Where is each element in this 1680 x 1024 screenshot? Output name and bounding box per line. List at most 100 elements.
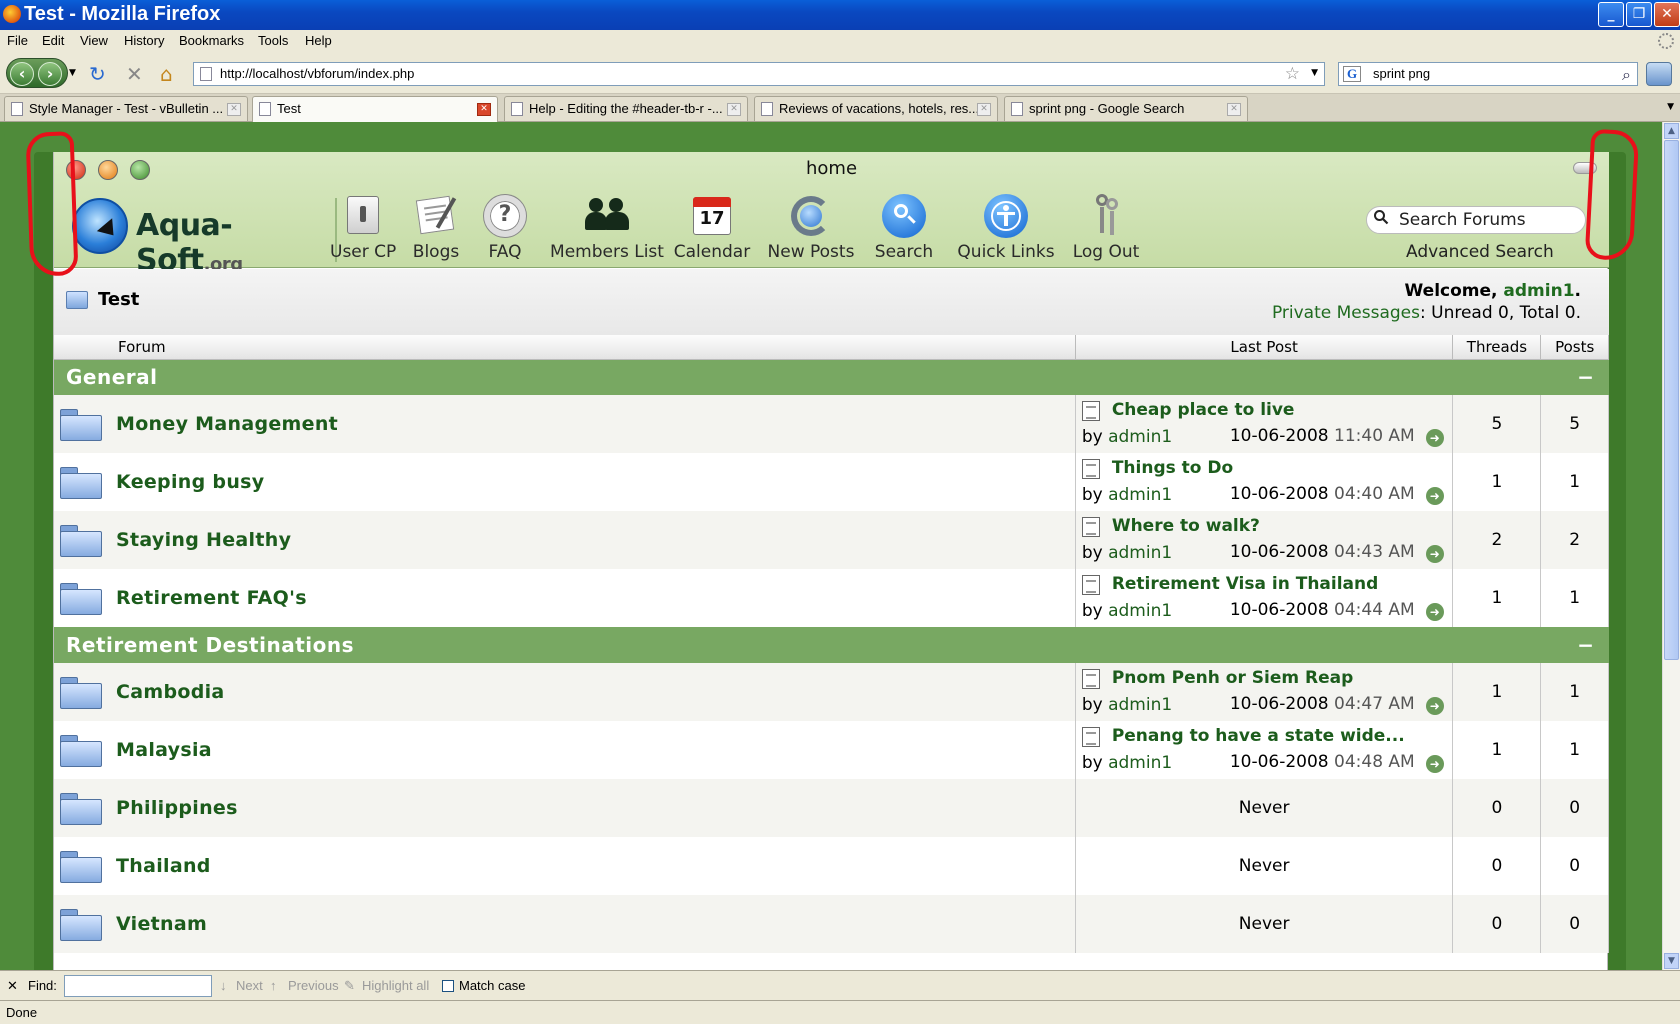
advanced-search-link[interactable]: Advanced Search bbox=[1406, 242, 1554, 262]
last-post-never: Never bbox=[1075, 779, 1454, 837]
search-bar[interactable]: G sprint png ⌕ bbox=[1338, 62, 1638, 86]
last-post-user[interactable]: admin1 bbox=[1108, 485, 1172, 505]
find-close-icon[interactable]: ✕ bbox=[7, 978, 18, 994]
url-dropdown-icon[interactable]: ▼ bbox=[1311, 68, 1318, 78]
forum-name-link[interactable]: Money Management bbox=[116, 413, 338, 435]
navigation-toolbar: ‹ › ▼ ↻ ✕ ⌂ http://localhost/vbforum/ind… bbox=[0, 54, 1680, 94]
nav-log-out[interactable]: Log Out bbox=[1070, 194, 1142, 264]
tab-close-icon[interactable]: ✕ bbox=[977, 103, 991, 116]
match-case-label[interactable]: Match case bbox=[459, 978, 525, 993]
search-go-icon[interactable]: ⌕ bbox=[1622, 65, 1631, 85]
tab-close-icon[interactable]: ✕ bbox=[727, 103, 741, 116]
last-post-user[interactable]: admin1 bbox=[1108, 753, 1172, 773]
forum-name-link[interactable]: Malaysia bbox=[116, 739, 212, 761]
forum-name-link[interactable]: Thailand bbox=[116, 855, 211, 877]
vertical-scrollbar[interactable]: ▲ ▼ bbox=[1662, 122, 1680, 970]
menu-file[interactable]: File bbox=[7, 33, 28, 48]
highlight-icon[interactable]: ✎ bbox=[344, 978, 355, 994]
menu-history[interactable]: History bbox=[124, 33, 164, 48]
go-to-last-post-icon[interactable]: ➜ bbox=[1425, 487, 1444, 505]
minimize-button[interactable]: _ bbox=[1598, 2, 1624, 27]
tab-sprint-png[interactable]: sprint png - Google Search ✕ bbox=[1004, 96, 1248, 121]
tab-reviews[interactable]: Reviews of vacations, hotels, res... ✕ bbox=[754, 96, 998, 121]
last-post-title[interactable]: Cheap place to live bbox=[1112, 400, 1295, 420]
home-icon[interactable]: ⌂ bbox=[160, 64, 173, 84]
scroll-down-icon[interactable]: ▼ bbox=[1664, 953, 1679, 969]
menu-help[interactable]: Help bbox=[305, 33, 332, 48]
category-title[interactable]: General bbox=[66, 365, 158, 389]
find-previous-icon[interactable]: ↑ bbox=[270, 978, 277, 993]
tab-close-icon[interactable]: ✕ bbox=[1227, 103, 1241, 116]
tab-close-icon[interactable]: ✕ bbox=[477, 103, 491, 116]
nav-blogs[interactable]: Blogs bbox=[410, 194, 462, 264]
go-to-last-post-icon[interactable]: ➜ bbox=[1425, 755, 1444, 773]
find-next-icon[interactable]: ↓ bbox=[220, 978, 227, 993]
forum-name-link[interactable]: Keeping busy bbox=[116, 471, 264, 493]
forum-name-link[interactable]: Staying Healthy bbox=[116, 529, 291, 551]
collapse-icon[interactable]: − bbox=[1577, 633, 1594, 657]
menu-bar: File Edit View History Bookmarks Tools H… bbox=[0, 30, 1680, 54]
tab-test[interactable]: Test ✕ bbox=[252, 96, 498, 122]
last-post-user[interactable]: admin1 bbox=[1108, 543, 1172, 563]
go-to-last-post-icon[interactable]: ➜ bbox=[1425, 603, 1444, 621]
last-post-title[interactable]: Penang to have a state wide... bbox=[1112, 726, 1405, 746]
nav-quick-links[interactable]: Quick Links bbox=[954, 194, 1058, 264]
go-to-last-post-icon[interactable]: ➜ bbox=[1425, 429, 1444, 447]
nav-faq[interactable]: ? FAQ bbox=[478, 194, 532, 264]
tab-help-editing[interactable]: Help - Editing the #header-tb-r -... ✕ bbox=[504, 96, 748, 121]
nav-calendar[interactable]: 17 Calendar bbox=[672, 194, 752, 264]
menu-view[interactable]: View bbox=[80, 33, 108, 48]
category-title[interactable]: Retirement Destinations bbox=[66, 633, 354, 657]
find-next-button[interactable]: Next bbox=[236, 978, 263, 993]
tab-page-icon bbox=[1011, 102, 1023, 116]
last-post-title[interactable]: Retirement Visa in Thailand bbox=[1112, 574, 1379, 594]
forum-name-link[interactable]: Cambodia bbox=[116, 681, 225, 703]
menu-bookmarks[interactable]: Bookmarks bbox=[179, 33, 244, 48]
match-case-checkbox[interactable] bbox=[442, 980, 454, 992]
stop-icon[interactable]: ✕ bbox=[126, 64, 143, 84]
tab-list-icon[interactable]: ▼ bbox=[1667, 102, 1674, 112]
search-query[interactable]: sprint png bbox=[1373, 66, 1430, 81]
nav-search[interactable]: Search bbox=[866, 194, 942, 264]
history-dropdown-icon[interactable]: ▼ bbox=[69, 68, 76, 78]
private-messages-link[interactable]: Private Messages bbox=[1272, 303, 1420, 323]
forum-name-link[interactable]: Vietnam bbox=[116, 913, 207, 935]
last-post-user[interactable]: admin1 bbox=[1108, 695, 1172, 715]
last-post-title[interactable]: Where to walk? bbox=[1112, 516, 1260, 536]
forum-name-link[interactable]: Philippines bbox=[116, 797, 238, 819]
tab-close-icon[interactable]: ✕ bbox=[227, 103, 241, 116]
nav-new-posts[interactable]: New Posts bbox=[766, 194, 856, 264]
find-input[interactable] bbox=[64, 975, 212, 997]
go-to-last-post-icon[interactable]: ➜ bbox=[1425, 697, 1444, 715]
scroll-up-icon[interactable]: ▲ bbox=[1664, 123, 1679, 139]
tab-style-manager[interactable]: Style Manager - Test - vBulletin ... ✕ bbox=[4, 96, 248, 121]
go-to-last-post-icon[interactable]: ➜ bbox=[1425, 545, 1444, 563]
back-button[interactable]: ‹ bbox=[10, 62, 34, 86]
bookmark-star-icon[interactable]: ☆ bbox=[1285, 64, 1300, 84]
scroll-thumb[interactable] bbox=[1664, 140, 1679, 660]
collapse-icon[interactable]: − bbox=[1577, 365, 1594, 389]
forward-button[interactable]: › bbox=[38, 62, 62, 86]
forum-name-link[interactable]: Retirement FAQ's bbox=[116, 587, 307, 609]
search-forums-input[interactable]: Search Forums bbox=[1366, 206, 1586, 234]
last-post-user[interactable]: admin1 bbox=[1108, 427, 1172, 447]
last-post-title[interactable]: Things to Do bbox=[1112, 458, 1233, 478]
menu-tools[interactable]: Tools bbox=[258, 33, 288, 48]
addon-icon[interactable] bbox=[1646, 62, 1672, 86]
nav-user-cp[interactable]: User CP bbox=[330, 194, 396, 264]
close-button[interactable]: ✕ bbox=[1654, 2, 1680, 27]
highlight-all-button[interactable]: Highlight all bbox=[362, 978, 429, 993]
google-engine-icon[interactable]: G bbox=[1343, 66, 1361, 82]
url-bar[interactable]: http://localhost/vbforum/index.php ☆ ▼ bbox=[193, 62, 1325, 86]
forum-home-icon bbox=[66, 291, 88, 309]
site-logo[interactable]: Aqua-Soft.org bbox=[72, 194, 332, 278]
last-post-user[interactable]: admin1 bbox=[1108, 601, 1172, 621]
username-link[interactable]: admin1 bbox=[1503, 281, 1574, 301]
menu-edit[interactable]: Edit bbox=[42, 33, 64, 48]
reload-icon[interactable]: ↻ bbox=[89, 64, 106, 84]
url-text[interactable]: http://localhost/vbforum/index.php bbox=[220, 66, 414, 81]
last-post-title[interactable]: Pnom Penh or Siem Reap bbox=[1112, 668, 1353, 688]
find-previous-button[interactable]: Previous bbox=[288, 978, 339, 993]
restore-button[interactable]: ❐ bbox=[1626, 2, 1652, 27]
nav-members-list[interactable]: Members List bbox=[550, 194, 664, 264]
